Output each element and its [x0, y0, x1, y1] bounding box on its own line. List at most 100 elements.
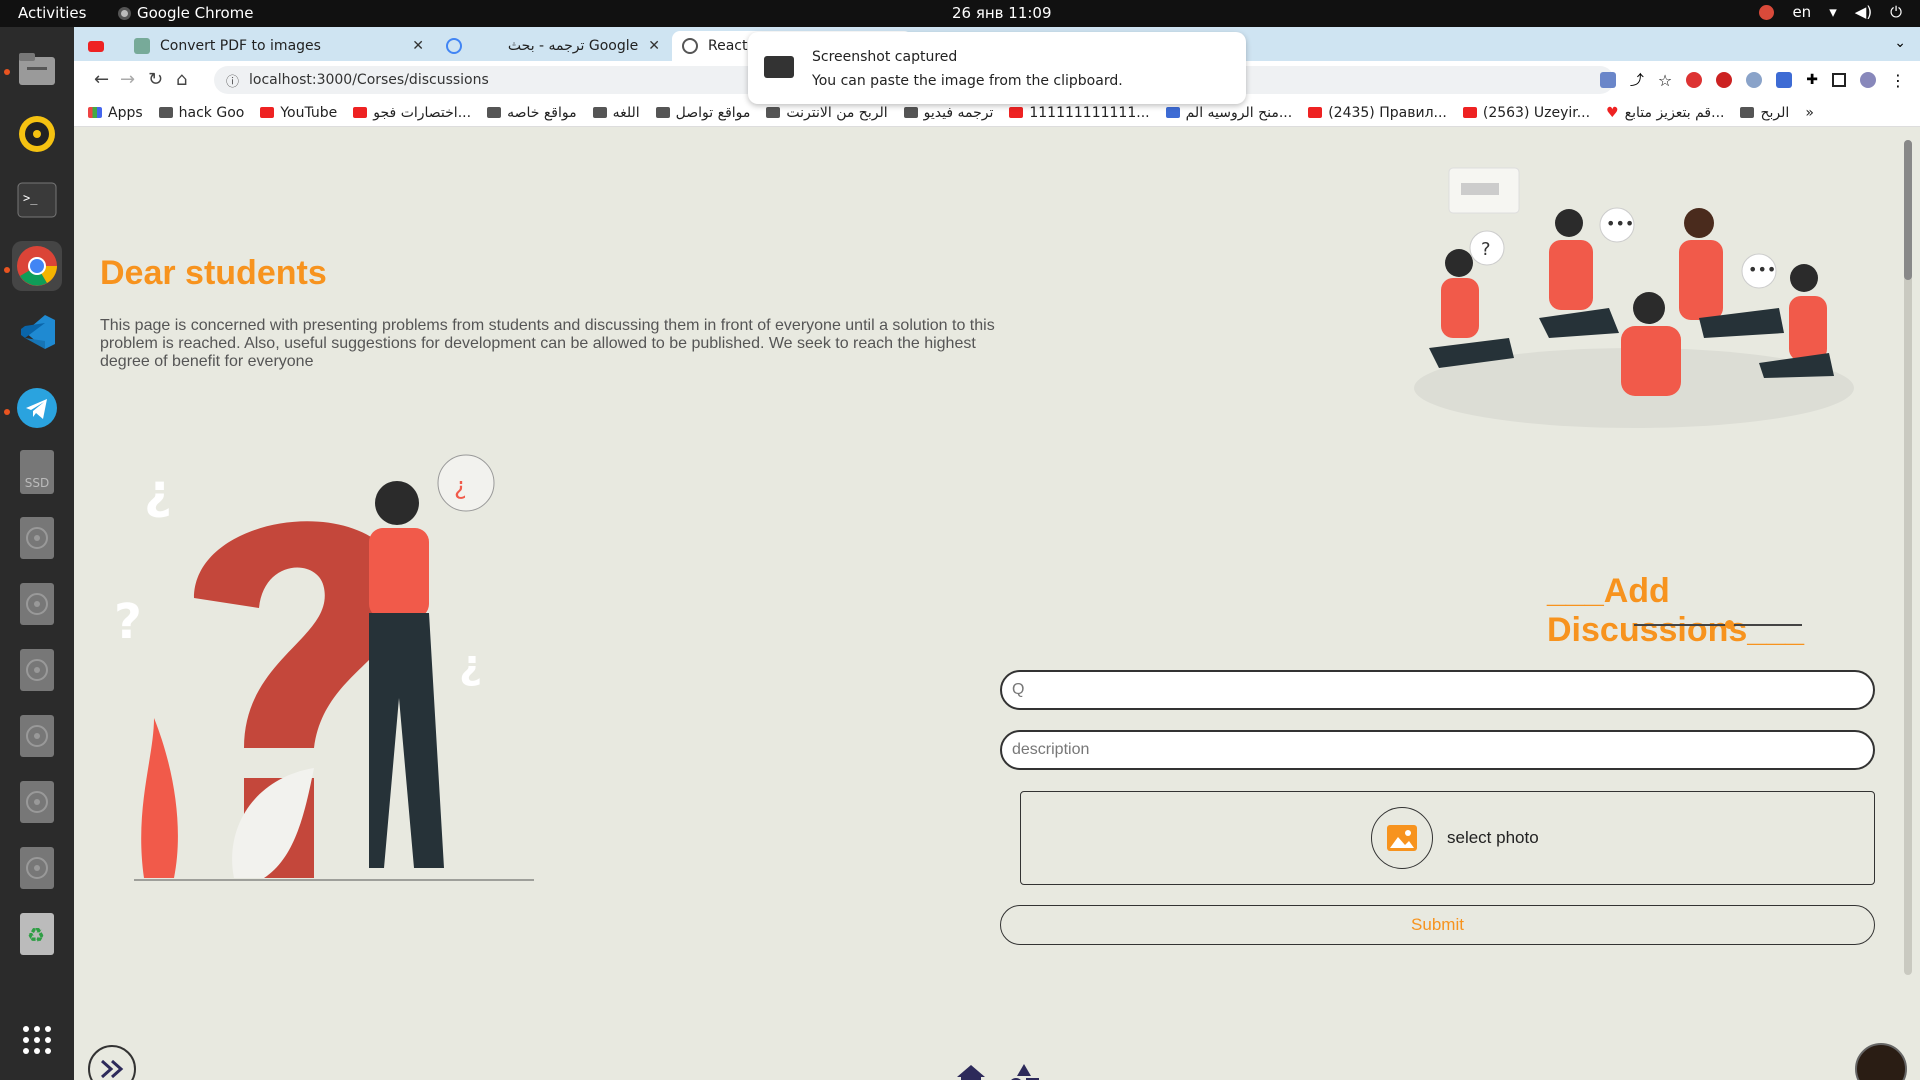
question-input[interactable]: Q: [1000, 670, 1875, 710]
folder-icon: [1740, 107, 1755, 118]
bookmark-item[interactable]: (2435) Правил...: [1308, 105, 1447, 121]
bookmark-label: مواقع تواصل: [675, 104, 751, 121]
shapes-icon[interactable]: [1008, 1063, 1040, 1080]
bookmark-item[interactable]: ترجمه فيديو: [903, 104, 994, 121]
bookmark-item[interactable]: hack Goo: [158, 105, 244, 121]
reload-icon[interactable]: ↻: [148, 69, 163, 90]
page-title: Dear students: [100, 254, 327, 292]
terminal-icon[interactable]: >_: [12, 175, 62, 225]
home-icon[interactable]: [956, 1063, 986, 1080]
activities-button[interactable]: Activities: [18, 4, 86, 22]
side-panel-icon[interactable]: [1832, 73, 1846, 87]
site-info-icon[interactable]: ⓘ: [226, 71, 239, 90]
tab-search-chevron-icon[interactable]: ⌄: [1894, 35, 1906, 51]
home-icon[interactable]: ⌂: [176, 69, 187, 90]
forward-icon[interactable]: →: [120, 69, 135, 90]
double-chevron-right-icon: [101, 1059, 124, 1079]
bookmark-item[interactable]: منح الروسيه الم...: [1165, 105, 1292, 121]
youtube-icon: [1462, 107, 1477, 118]
bookmark-label: الربح من الانترنت: [786, 104, 888, 121]
folder-icon: [766, 107, 781, 118]
disk-icon[interactable]: [12, 645, 62, 695]
bookmark-item[interactable]: الربح: [1740, 105, 1789, 121]
select-photo-label: select photo: [1447, 828, 1539, 847]
share-icon[interactable]: ⤴: [1630, 70, 1644, 90]
youtube-icon: [260, 107, 275, 118]
bookmark-item[interactable]: مواقع خاصه: [487, 105, 577, 121]
submit-button[interactable]: Submit: [1000, 905, 1875, 945]
dock: >_ SSD ♻: [0, 27, 74, 1080]
extensions-puzzle-icon[interactable]: ✚: [1806, 72, 1818, 88]
running-indicator: [4, 409, 10, 415]
disk-icon[interactable]: [12, 711, 62, 761]
bookmark-item[interactable]: 111111111111...: [1009, 105, 1150, 121]
user-avatar[interactable]: [1855, 1043, 1907, 1080]
svg-text:¿: ¿: [459, 642, 482, 688]
tab-google-search[interactable]: ترجمه - بحث Google ✕: [436, 31, 670, 61]
notification-indicator-icon: [1759, 4, 1775, 20]
tab-convert-pdf[interactable]: Convert PDF to images ✕: [124, 31, 434, 61]
extension-shield-icon[interactable]: [1746, 72, 1763, 88]
translate-icon[interactable]: [1599, 72, 1616, 88]
bookmark-label: (2563) Uzeyir...: [1482, 104, 1591, 121]
bookmark-item[interactable]: مواقع تواصل: [655, 104, 751, 121]
svg-text:?: ?: [1481, 239, 1491, 260]
bookmark-apps[interactable]: Apps: [88, 105, 143, 121]
close-icon[interactable]: ✕: [648, 38, 660, 54]
heart-icon: ♥: [1606, 104, 1619, 121]
profile-avatar[interactable]: [1860, 72, 1876, 88]
bookmark-item[interactable]: YouTube: [260, 105, 337, 121]
disk-icon[interactable]: [12, 843, 62, 893]
files-icon[interactable]: [12, 43, 62, 93]
bookmark-label: قم بتعزيز متابع...: [1624, 104, 1725, 121]
extension-gmail-icon[interactable]: [1686, 72, 1703, 88]
page-scrollbar[interactable]: [1904, 140, 1912, 975]
extension-translate-icon[interactable]: [1776, 72, 1793, 88]
extension-red-icon[interactable]: [1716, 72, 1733, 88]
expand-sidebar-button[interactable]: [88, 1045, 136, 1080]
screenshot-notification[interactable]: Screenshot captured You can paste the im…: [748, 32, 1246, 104]
browser-menu-icon[interactable]: ⋮: [1890, 71, 1906, 90]
photo-upload-area[interactable]: select photo: [1020, 791, 1875, 885]
google-icon: [446, 38, 462, 54]
bookmark-label: ترجمه فيديو: [923, 104, 994, 121]
chrome-app-icon: [118, 6, 131, 20]
trash-icon[interactable]: ♻: [12, 909, 62, 959]
bookmarks-overflow[interactable]: »: [1805, 105, 1814, 121]
svg-text:•••: •••: [1606, 214, 1634, 233]
browser-window: Convert PDF to images ✕ ترجمه - بحث Googl…: [74, 27, 1920, 1080]
show-apps-icon[interactable]: [12, 1015, 62, 1065]
bookmark-item[interactable]: ♥ قم بتعزيز متابع...: [1606, 105, 1724, 121]
svg-text:¿: ¿: [454, 472, 467, 500]
youtube-icon: [88, 40, 104, 52]
back-icon[interactable]: ←: [94, 69, 109, 90]
clock[interactable]: 26 янв 11:09: [952, 4, 1052, 22]
disk-icon[interactable]: [12, 777, 62, 827]
chrome-icon[interactable]: [12, 241, 62, 291]
wifi-icon: ▾: [1829, 3, 1837, 21]
bookmark-item[interactable]: الربح من الانترنت: [766, 104, 888, 121]
svg-text:?: ?: [114, 594, 142, 650]
bookmark-item[interactable]: اللغه: [592, 105, 640, 121]
disk-icon[interactable]: [12, 513, 62, 563]
rhythmbox-icon[interactable]: [12, 109, 62, 159]
bookmark-item[interactable]: (2563) Uzeyir...: [1462, 104, 1591, 121]
select-photo-button[interactable]: [1371, 807, 1433, 869]
telegram-icon[interactable]: [12, 383, 62, 433]
bookmark-item[interactable]: اختصارات فجو...: [353, 105, 471, 121]
svg-text:•••: •••: [1748, 260, 1776, 279]
bookmark-star-icon[interactable]: ☆: [1658, 71, 1672, 90]
scrollbar-thumb[interactable]: [1904, 140, 1912, 280]
vscode-icon[interactable]: [12, 307, 62, 357]
disk-icon[interactable]: [12, 579, 62, 629]
ssd-drive-icon[interactable]: SSD: [12, 447, 62, 497]
tab-youtube-pinned[interactable]: [78, 31, 114, 61]
question-mark-illustration: ¿ ? ¿ ¿: [114, 454, 534, 881]
form-title: ___Add Discussions___: [1547, 572, 1805, 649]
description-input[interactable]: description: [1000, 730, 1875, 770]
close-icon[interactable]: ✕: [412, 38, 424, 54]
app-menu[interactable]: Google Chrome: [118, 4, 254, 22]
system-tray[interactable]: en ▾ ◀) ⏻: [1759, 3, 1902, 21]
language-indicator[interactable]: en: [1792, 3, 1811, 21]
bottom-nav: [956, 1063, 1040, 1080]
